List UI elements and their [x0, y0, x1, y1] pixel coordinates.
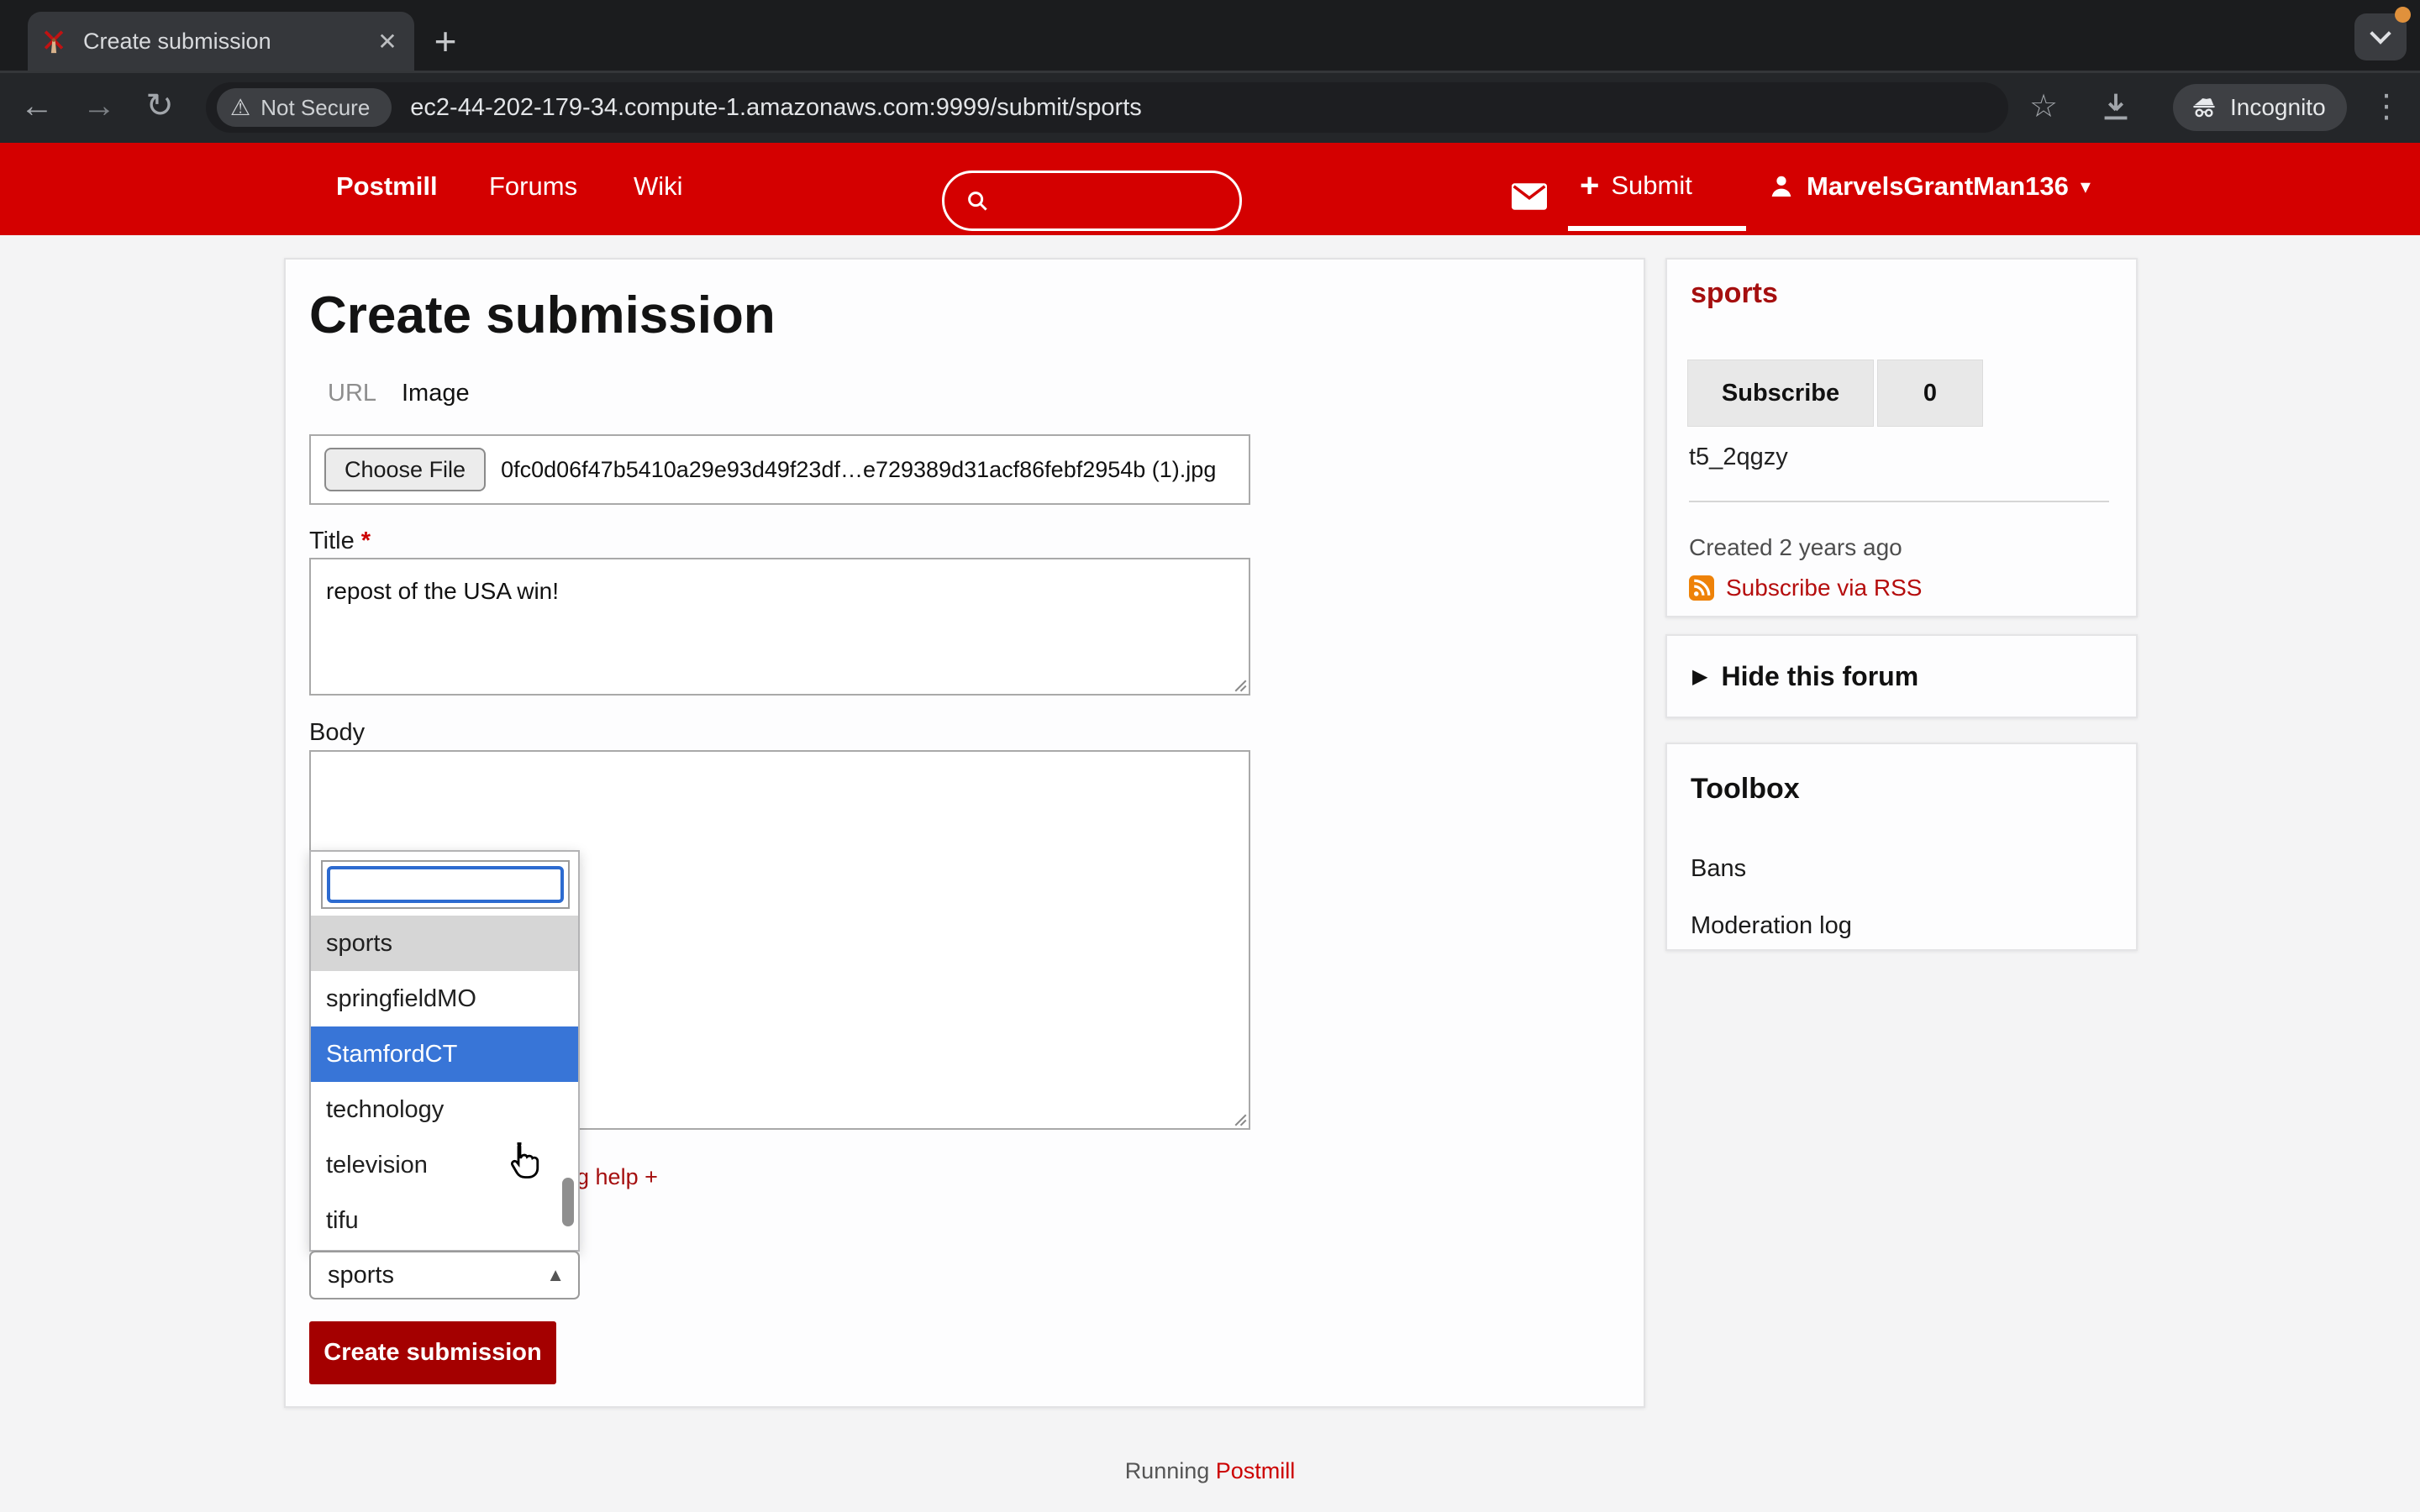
forum-id: t5_2qgzy: [1689, 444, 1788, 471]
hide-forum-toggle[interactable]: ▶ Hide this forum: [1692, 661, 1918, 692]
rss-icon: [1689, 575, 1714, 601]
create-submission-button[interactable]: Create submission: [309, 1321, 556, 1384]
nav-link-forums[interactable]: Forums: [489, 143, 577, 230]
tab-close-icon[interactable]: ✕: [369, 23, 406, 60]
forum-search-input[interactable]: [327, 866, 564, 903]
reload-button[interactable]: ↻: [134, 81, 185, 131]
bookmark-star-button[interactable]: ☆: [2018, 81, 2069, 131]
cursor-pointer-icon: [501, 1139, 544, 1183]
plus-icon: +: [1580, 167, 1599, 205]
omnibox[interactable]: ⚠ Not Secure ec2-44-202-179-34.compute-1…: [206, 82, 2008, 133]
hide-forum-card: ▶ Hide this forum: [1665, 634, 2138, 718]
browser-menu-button[interactable]: ⋮: [2363, 81, 2410, 131]
file-name: 0fc0d06f47b5410a29e93d49f23df…e729389d31…: [501, 457, 1216, 483]
incognito-icon: [2190, 93, 2218, 122]
submit-tab[interactable]: + Submit: [1580, 143, 1692, 228]
toolbox-item-bans[interactable]: Bans: [1691, 855, 1746, 883]
created-text: Created 2 years ago: [1689, 534, 1902, 561]
submit-active-underline: [1568, 226, 1746, 231]
play-icon: ▶: [1692, 664, 1707, 689]
title-label: Title *: [309, 528, 371, 555]
incognito-badge: Incognito: [2173, 84, 2347, 131]
search-icon: [965, 188, 990, 213]
divider: [1689, 501, 2109, 502]
site-search-input[interactable]: [942, 171, 1242, 231]
rss-label: Subscribe via RSS: [1726, 575, 1922, 601]
hide-forum-label: Hide this forum: [1721, 661, 1918, 692]
forum-option[interactable]: springfieldMO: [311, 971, 578, 1026]
postmill-favicon-icon: [39, 27, 68, 55]
brand-link[interactable]: Postmill: [336, 143, 438, 230]
footer-text: Running Postmill: [0, 1458, 2420, 1484]
chevron-down-icon: [2370, 23, 2391, 44]
toolbox-item-moderation-log[interactable]: Moderation log: [1691, 912, 1852, 940]
warning-icon: ⚠: [230, 95, 250, 121]
nav-link-wiki[interactable]: Wiki: [634, 143, 683, 230]
postmill-link[interactable]: Postmill: [1216, 1458, 1296, 1483]
submit-label: Submit: [1611, 171, 1691, 201]
incognito-label: Incognito: [2230, 94, 2326, 121]
person-icon: [1768, 171, 1795, 202]
file-input[interactable]: Choose File 0fc0d06f47b5410a29e93d49f23d…: [309, 434, 1250, 505]
forum-option[interactable]: technology: [311, 1082, 578, 1137]
picker-scrollbar-thumb[interactable]: [562, 1178, 574, 1226]
subscriber-count[interactable]: 0: [1877, 360, 1983, 427]
back-button[interactable]: ←: [12, 81, 62, 131]
forum-option[interactable]: StamfordCT: [311, 1026, 578, 1082]
envelope-icon: [1512, 183, 1547, 210]
username-label: MarvelsGrantMan136: [1807, 171, 2069, 202]
forum-select[interactable]: sports ▲: [309, 1251, 580, 1299]
notification-dot: [2395, 7, 2411, 23]
toolbox-title: Toolbox: [1691, 773, 1800, 806]
tab-title: Create submission: [83, 29, 369, 55]
messages-button[interactable]: [1506, 173, 1553, 220]
page-title: Create submission: [309, 286, 776, 345]
required-asterisk: *: [361, 528, 371, 554]
not-secure-badge[interactable]: ⚠ Not Secure: [217, 88, 392, 127]
forum-title[interactable]: sports: [1691, 277, 1778, 310]
choose-file-button[interactable]: Choose File: [324, 448, 486, 491]
forum-option-list: sports springfieldMO StamfordCT technolo…: [311, 916, 578, 1248]
forum-search-wrapper: [321, 860, 570, 909]
download-button[interactable]: [2096, 87, 2135, 126]
user-menu[interactable]: MarvelsGrantMan136 ▾: [1768, 143, 2091, 230]
url-text: ec2-44-202-179-34.compute-1.amazonaws.co…: [410, 94, 1141, 122]
body-label: Body: [309, 719, 365, 747]
select-value: sports: [328, 1262, 546, 1289]
forum-option[interactable]: tifu: [311, 1193, 578, 1248]
new-tab-button[interactable]: +: [424, 20, 466, 62]
rss-link[interactable]: Subscribe via RSS: [1689, 575, 1922, 601]
browser-tab[interactable]: Create submission ✕: [28, 12, 414, 71]
forum-card: [1665, 258, 2138, 617]
tab-image[interactable]: Image: [402, 380, 470, 407]
forward-button[interactable]: →: [74, 81, 124, 131]
not-secure-label: Not Secure: [260, 95, 370, 121]
textarea-resize-handle[interactable]: [1230, 1110, 1247, 1126]
caret-down-icon: ▾: [2081, 175, 2091, 199]
textarea-resize-handle[interactable]: [1230, 675, 1247, 692]
caret-up-icon: ▲: [546, 1264, 565, 1286]
title-textarea[interactable]: repost of the USA win!: [309, 558, 1250, 696]
subscribe-button[interactable]: Subscribe: [1687, 360, 1874, 427]
tab-url[interactable]: URL: [328, 380, 376, 407]
screen: Create submission ✕ + ← → ↻ ⚠ Not Secure…: [0, 0, 2420, 1512]
forum-option[interactable]: sports: [311, 916, 578, 971]
forum-picker-panel: sports springfieldMO StamfordCT technolo…: [309, 850, 580, 1252]
